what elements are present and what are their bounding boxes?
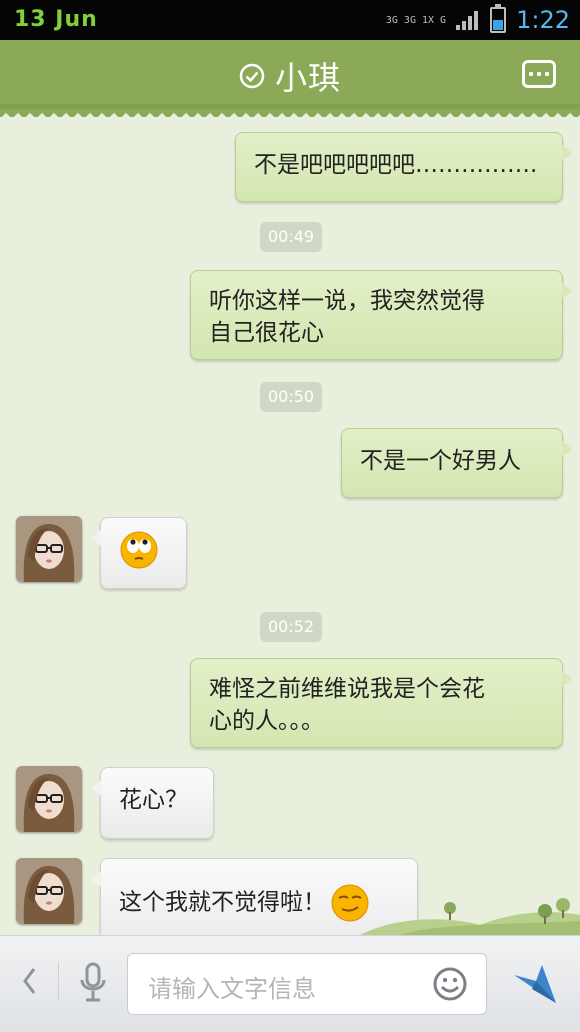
message-text: 不是一个好男人: [360, 448, 521, 474]
message-input-bar: 请输入文字信息: [0, 935, 580, 1032]
message-text: 这个我就不觉得啦！: [119, 889, 326, 916]
battery-icon: [490, 4, 507, 33]
message-bubble-sent[interactable]: 不是吧吧吧吧吧…………….: [235, 132, 572, 202]
status-icons: 3G 3G 1X G 1:22: [386, 4, 570, 36]
message-bubble-sent[interactable]: 不是一个好男人: [341, 428, 572, 498]
contact-avatar[interactable]: [16, 858, 82, 924]
status-date: 13 Jun: [14, 7, 98, 32]
message-text: 不是吧吧吧吧吧…………….: [254, 152, 538, 178]
message-bubble-received[interactable]: [91, 517, 187, 589]
message-timestamp: 00:50: [260, 382, 323, 412]
message-text-line: 听你这样一说，我突然觉得: [209, 288, 485, 314]
message-timestamp: 00:49: [260, 222, 323, 252]
contact-name-title: 小琪: [274, 59, 341, 97]
status-time: 1:22: [516, 6, 570, 34]
girl-avatar-icon: [16, 516, 82, 582]
send-icon[interactable]: [512, 961, 558, 1005]
girl-avatar-icon: [16, 858, 82, 924]
chat-header: 小琪: [0, 40, 580, 117]
hills-decoration: [360, 898, 580, 935]
message-bubble-sent[interactable]: 听你这样一说，我突然觉得 自己很花心: [190, 270, 572, 360]
signal-strength-icon: [456, 10, 480, 30]
chevron-left-icon[interactable]: [22, 966, 36, 996]
contact-avatar[interactable]: [16, 516, 82, 582]
message-timestamp: 00:52: [260, 612, 323, 642]
smiley-icon[interactable]: [433, 967, 467, 1001]
message-text-line: 自己很花心: [209, 320, 324, 346]
network-type-indicator: 3G 3G 1X G: [385, 14, 447, 26]
contact-avatar[interactable]: [16, 766, 82, 832]
verified-check-icon: [239, 63, 265, 89]
chat-message-list[interactable]: 不是吧吧吧吧吧……………. 00:49 听你这样一说，我突然觉得 自己很花心 0…: [0, 110, 580, 935]
rolling-eyes-emoji-icon: [120, 531, 158, 569]
message-text-line: 难怪之前维维说我是个会花: [209, 676, 485, 702]
message-bubble-sent[interactable]: 难怪之前维维说我是个会花 心的人。。。: [190, 658, 572, 748]
microphone-icon[interactable]: [78, 962, 108, 1004]
divider: [58, 962, 59, 1002]
message-bubble-received[interactable]: 花心？: [91, 767, 214, 839]
status-bar: 13 Jun 3G 3G 1X G 1:22: [0, 0, 580, 40]
message-text: 花心？: [119, 787, 188, 813]
girl-avatar-icon: [16, 766, 82, 832]
message-text-line: 心的人。。。: [209, 708, 324, 734]
chat-menu-button[interactable]: [522, 60, 556, 88]
